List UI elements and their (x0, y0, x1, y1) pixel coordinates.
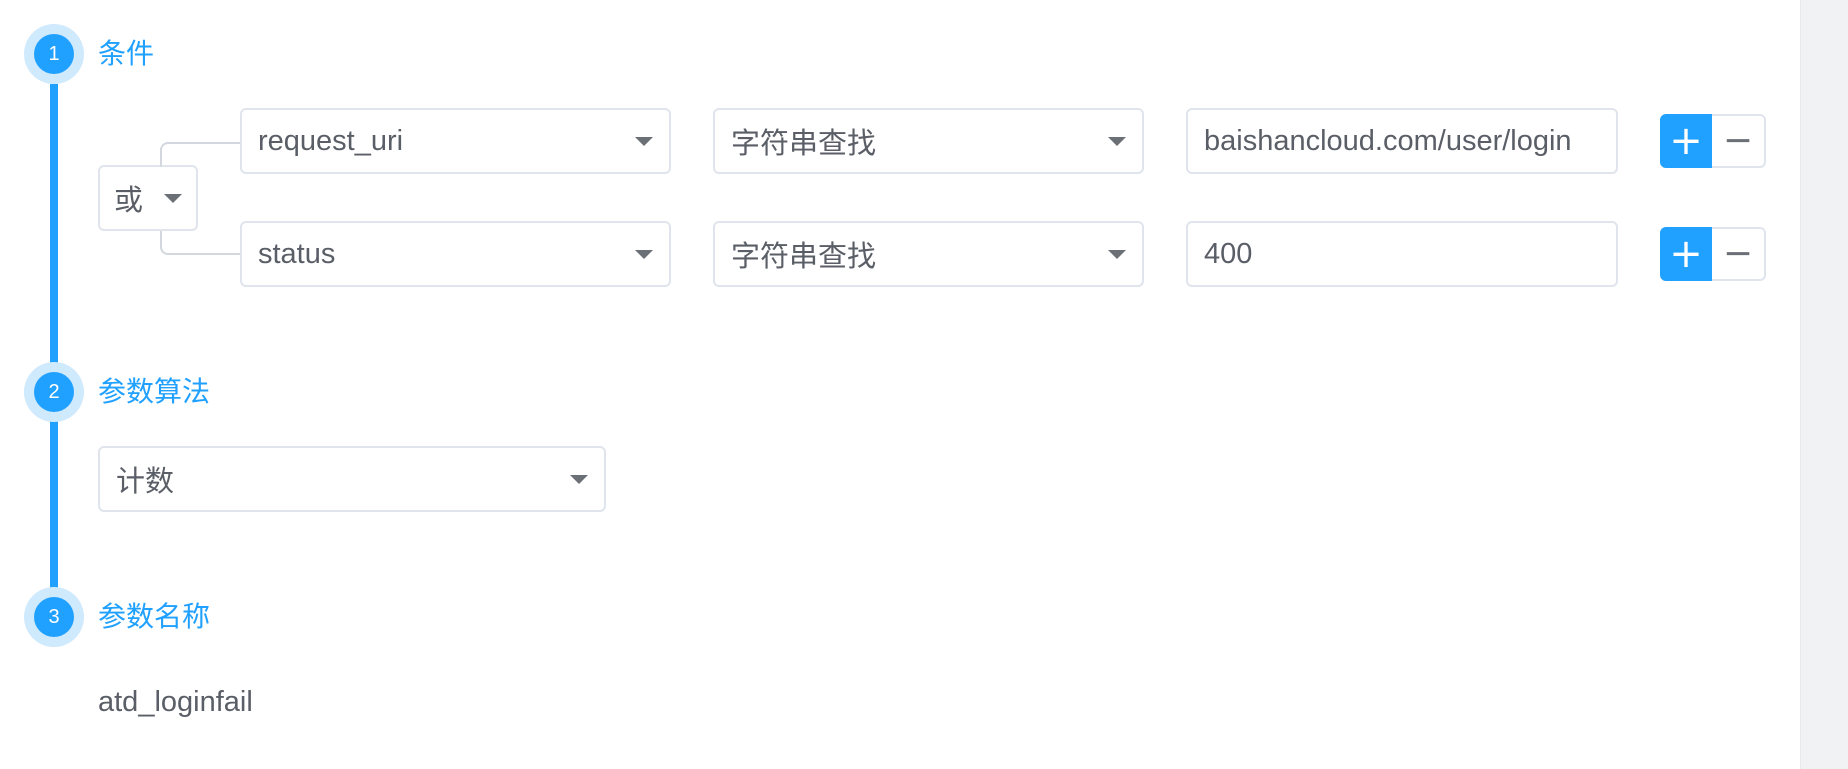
add-condition-button[interactable]: + (1660, 227, 1712, 281)
condition-row-1-value-input[interactable]: baishancloud.com/user/login (1186, 108, 1618, 174)
step-2-number: 2 (34, 372, 74, 412)
condition-row-2-actions: + − (1660, 227, 1766, 281)
step-2-title: 参数算法 (98, 375, 211, 408)
rule-editor-page: 1 条件 或 request_uri 字符串查找 baishancloud.co… (0, 0, 1848, 769)
right-panel-edge (1800, 0, 1848, 769)
condition-row-1-field-value: request_uri (258, 124, 404, 157)
step-1-indicator: 1 (24, 24, 84, 84)
condition-row-2-value-text: 400 (1204, 237, 1253, 270)
step-3-number: 3 (34, 597, 74, 637)
chevron-down-icon (570, 474, 588, 484)
condition-row-2-value-input[interactable]: 400 (1186, 221, 1618, 287)
chevron-down-icon (635, 136, 653, 146)
step-connector-1-2 (50, 84, 58, 384)
step-3-title: 参数名称 (98, 600, 211, 633)
step-2-indicator: 2 (24, 362, 84, 422)
minus-icon: − (1722, 233, 1754, 274)
logic-operator-value: 或 (114, 185, 144, 217)
chevron-down-icon (1108, 136, 1126, 146)
step-1-number: 1 (34, 34, 74, 74)
algorithm-select[interactable]: 计数 (98, 446, 606, 512)
condition-row-2-field-select[interactable]: status (240, 221, 671, 287)
plus-icon: + (1669, 231, 1703, 277)
tree-connector-bottom (160, 231, 242, 255)
condition-row-2-operator-select[interactable]: 字符串查找 (713, 221, 1144, 287)
chevron-down-icon (635, 249, 653, 259)
logic-operator-select[interactable]: 或 (98, 165, 198, 231)
condition-row-1-operator-select[interactable]: 字符串查找 (713, 108, 1144, 174)
condition-row-2-field-value: status (258, 237, 336, 270)
step-3-indicator: 3 (24, 587, 84, 647)
remove-condition-button[interactable]: − (1712, 114, 1766, 168)
condition-row-1-actions: + − (1660, 114, 1766, 168)
remove-condition-button[interactable]: − (1712, 227, 1766, 281)
plus-icon: + (1669, 118, 1703, 164)
step-1-title: 条件 (98, 37, 155, 70)
chevron-down-icon (1108, 249, 1126, 259)
algorithm-value: 计数 (116, 466, 175, 498)
condition-row-1-operator-value: 字符串查找 (731, 128, 877, 160)
minus-icon: − (1722, 120, 1754, 161)
tree-connector-top (160, 142, 242, 167)
add-condition-button[interactable]: + (1660, 114, 1712, 168)
condition-row-1-field-select[interactable]: request_uri (240, 108, 671, 174)
parameter-name: atd_loginfail (98, 686, 253, 718)
chevron-down-icon (164, 193, 182, 203)
condition-row-1-value-text: baishancloud.com/user/login (1204, 124, 1572, 157)
condition-row-2-operator-value: 字符串查找 (731, 241, 877, 273)
